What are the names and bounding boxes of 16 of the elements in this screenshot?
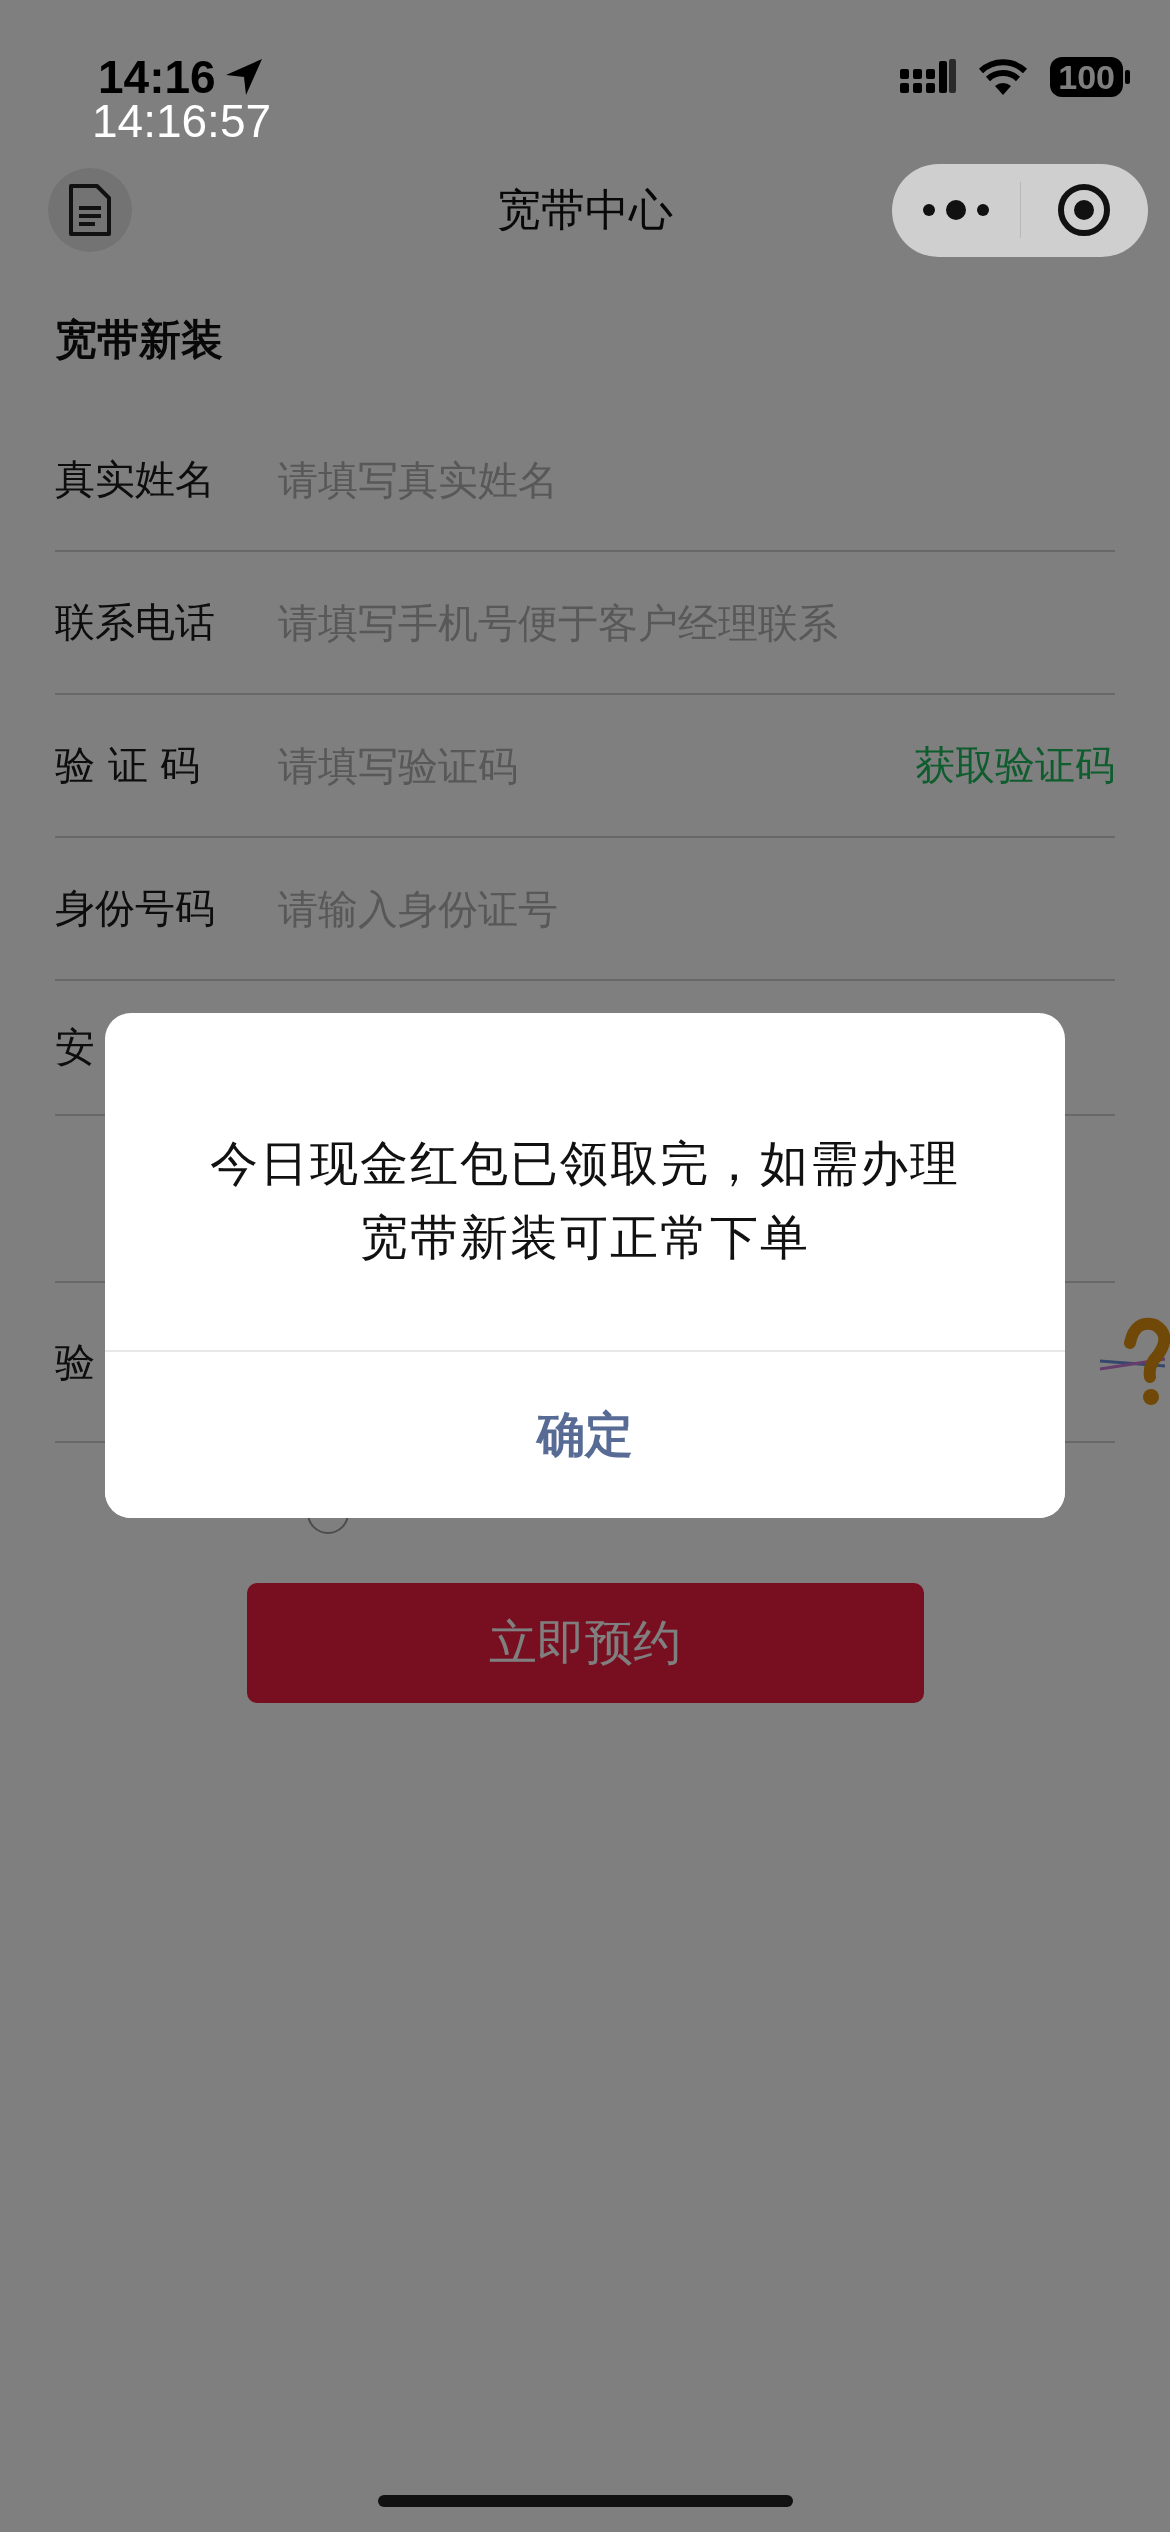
submit-button[interactable]: 立即预约 xyxy=(246,1583,924,1703)
field-label: 验 证 码 xyxy=(55,741,202,790)
get-code-link[interactable]: 获取验证码 xyxy=(915,738,1115,793)
page-title: 宽带中心 xyxy=(497,182,673,237)
battery-tip-icon xyxy=(1125,70,1130,84)
battery-level: 100 xyxy=(1050,57,1123,97)
field-label: 验 xyxy=(55,1337,96,1387)
section-title: 宽带新装 xyxy=(55,313,223,366)
more-icon xyxy=(920,199,991,221)
field-label: 真实姓名 xyxy=(55,455,216,504)
wifi-icon xyxy=(978,58,1029,96)
document-icon xyxy=(67,182,113,238)
field-label: 联系电话 xyxy=(55,598,216,647)
field-label: 身份号码 xyxy=(55,884,216,933)
field-label: 安 xyxy=(55,1023,96,1072)
target-icon xyxy=(1057,183,1112,237)
